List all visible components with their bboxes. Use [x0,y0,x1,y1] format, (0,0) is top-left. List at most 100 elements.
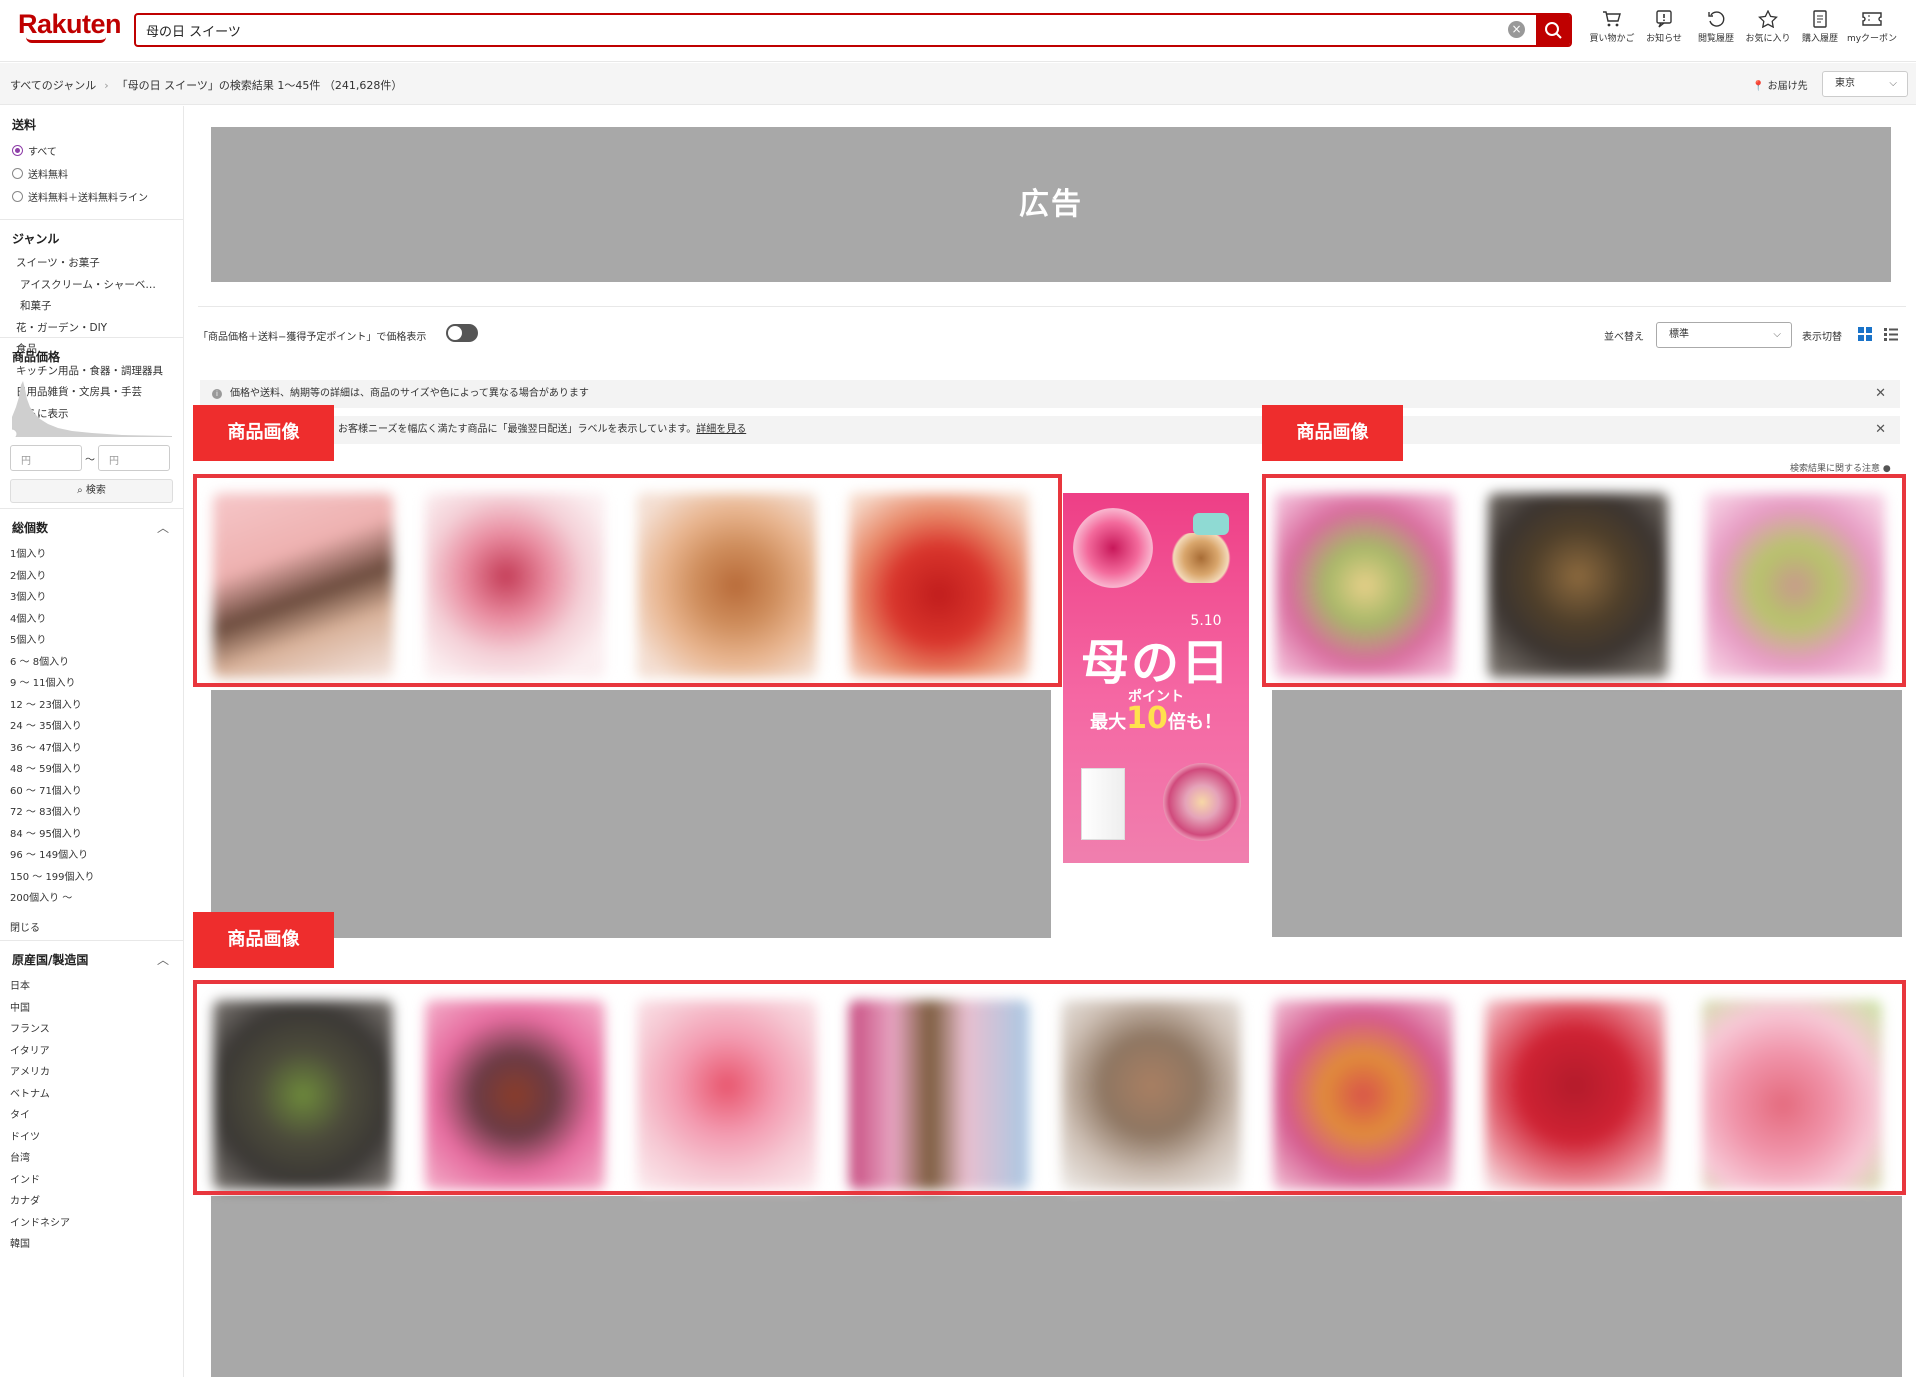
shipping-option[interactable]: 送料無料 [0,162,183,185]
count-filter-item[interactable]: 96 〜 149個入り [0,845,183,867]
count-filter-item[interactable]: 4個入り [0,609,183,631]
price-histogram[interactable] [6,377,172,440]
count-filter-title: 総個数 ︿ [12,519,169,536]
genre-item[interactable]: アイスクリーム・シャーベ… [0,275,183,297]
search-note-link[interactable]: 検索結果に関する注意 ● [1790,461,1891,474]
origin-filter-title: 原産国/製造国 ︿ [12,951,169,968]
origin-filter-item[interactable]: ベトナム [0,1084,183,1106]
shipping-option[interactable]: すべて [0,139,183,162]
origin-filter-item[interactable]: 韓国 [0,1234,183,1256]
origin-filter-item[interactable]: 中国 [0,998,183,1020]
details-link[interactable]: 詳細を見る [696,424,746,435]
count-filter-item[interactable]: 9 〜 11個入り [0,673,183,695]
coupon-button[interactable]: myクーポン [1846,10,1898,44]
search-box: × [134,13,1572,47]
genre-item[interactable]: スイーツ・お菓子 [0,253,183,275]
favorite-button[interactable]: お気に入り [1742,10,1794,44]
search-icon [1545,22,1562,39]
shipping-filter-title: 送料 [12,118,37,132]
search-result-count: 「母の日 スイーツ」の検索結果 1〜45件 （241,628件） [116,79,403,92]
header-icon-label: 閲覧履歴 [1697,34,1734,44]
count-filter-item[interactable]: 60 〜 71個入り [0,781,183,803]
purchase-history-icon [1794,10,1846,28]
count-filter-item[interactable]: 72 〜 83個入り [0,802,183,824]
price-max-input[interactable]: 円 [98,445,170,471]
count-filter-item[interactable]: 2個入り [0,566,183,588]
count-filter-item[interactable]: 200個入り 〜 [0,888,183,910]
origin-filter-item[interactable]: フランス [0,1019,183,1041]
list-view-icon[interactable] [1884,327,1898,341]
genre-filter-title: ジャンル [12,232,60,246]
origin-filter-item[interactable]: ドイツ [0,1127,183,1149]
chevron-up-icon[interactable]: ︿ [157,951,169,968]
count-filter-item[interactable]: 84 〜 95個入り [0,824,183,846]
breadcrumb-root[interactable]: すべてのジャンル [10,79,96,92]
delivery-select[interactable]: 東京 ⌵ [1822,71,1908,97]
genre-item[interactable]: 和菓子 [0,296,183,318]
filter-sidebar: 送料 すべて 送料無料 送料無料＋送料無料ライン ジャンル スイーツ・お菓子 アイスク… [0,106,184,1377]
count-filter-item[interactable]: 6 〜 8個入り [0,652,183,674]
count-filter-item[interactable]: 3個入り [0,587,183,609]
close-icon[interactable]: ✕ [1875,416,1886,444]
shipping-option[interactable]: 送料無料＋送料無料ライン [0,185,183,208]
header-icon-label: お気に入り [1745,34,1791,44]
origin-filter-item[interactable]: インドネシア [0,1213,183,1235]
radio-button[interactable] [12,168,23,179]
chevron-down-icon: ⌵ [1889,78,1897,89]
product-image-tag: 商品画像 [193,912,334,968]
count-filter-item[interactable]: 48 〜 59個入り [0,759,183,781]
price-filter: 商品価格 円 ～ 円 ⌕ 検索 [0,338,183,509]
site-header: Rakuten × 買い物かご お知らせ 閲覧履歴 お気に入り購入履歴 myクーポン [0,0,1916,62]
count-filter-item[interactable]: 150 〜 199個入り [0,867,183,889]
cart-button[interactable]: 買い物かご [1586,10,1638,44]
history-button[interactable]: 閲覧履歴 [1690,10,1742,44]
origin-filter-item[interactable]: カナダ [0,1191,183,1213]
breadcrumb-bar: すべてのジャンル › 「母の日 スイーツ」の検索結果 1〜45件 （241,628件… [0,63,1916,105]
origin-filter-item[interactable]: 台湾 [0,1148,183,1170]
price-search-button[interactable]: ⌕ 検索 [10,479,173,503]
origin-filter-item[interactable]: アメリカ [0,1062,183,1084]
rakuten-logo[interactable]: Rakuten [18,9,122,40]
origin-filter-item[interactable]: イタリア [0,1041,183,1063]
search-input[interactable] [146,19,1486,41]
chevron-up-icon[interactable]: ︿ [157,519,169,536]
clear-search-icon[interactable]: × [1508,21,1525,38]
product-placeholder [1272,690,1902,937]
close-icon[interactable]: ✕ [1875,380,1886,408]
count-filter-item[interactable]: 12 〜 23個入り [0,695,183,717]
price-min-input[interactable]: 円 [10,445,82,471]
origin-filter-item[interactable]: 日本 [0,976,183,998]
gift-bag-image [1081,768,1125,840]
price-range-tilde: ～ [85,454,95,466]
radio-button[interactable] [12,145,23,156]
genre-filter: ジャンル スイーツ・お菓子 アイスクリーム・シャーベ… 和菓子 花・ガーデン・DIY 食… [0,220,183,420]
radio-button[interactable] [12,191,23,202]
product-placeholder [211,690,1051,938]
mothers-day-banner[interactable]: 5.10 母の日 ポイント 最大10倍も！ [1063,493,1249,863]
logo-swoosh [26,37,106,43]
divider [198,306,1906,307]
origin-filter-item[interactable]: タイ [0,1105,183,1127]
help-icon: ● [1882,464,1891,474]
result-toolbar: 「商品価格＋送料−獲得予定ポイント」で価格表示 並べ替え 標準 ⌵ 表示切替 [198,318,1906,356]
sort-select[interactable]: 標準 ⌵ [1656,322,1792,348]
origin-filter-item[interactable]: インド [0,1170,183,1192]
coupon-icon [1846,10,1898,28]
count-close-link[interactable]: 閉じる [0,918,183,940]
genre-item[interactable]: 花・ガーデン・DIY [0,318,183,340]
product-image-tag: 商品画像 [193,405,334,461]
notice-button[interactable]: お知らせ [1638,10,1690,44]
purchase-history-button[interactable]: 購入履歴 [1794,10,1846,44]
ad-placeholder[interactable]: 広告 [211,127,1891,282]
search-button[interactable] [1536,13,1570,47]
price-display-toggle[interactable] [446,324,478,342]
count-filter-item[interactable]: 5個入り [0,630,183,652]
view-toggle-label: 表示切替 [1802,332,1842,343]
shipping-filter: 送料 すべて 送料無料 送料無料＋送料無料ライン [0,106,183,220]
notice-banner: お客様ニーズを幅広く満たす商品に「最強翌日配送」ラベルを表示しています。詳細を見… [200,416,1900,444]
count-filter-item[interactable]: 36 〜 47個入り [0,738,183,760]
count-filter-item[interactable]: 24 〜 35個入り [0,716,183,738]
delivery-label: 📍 お届け先 [1752,81,1808,92]
count-filter-item[interactable]: 1個入り [0,544,183,566]
grid-view-icon[interactable] [1858,327,1872,341]
